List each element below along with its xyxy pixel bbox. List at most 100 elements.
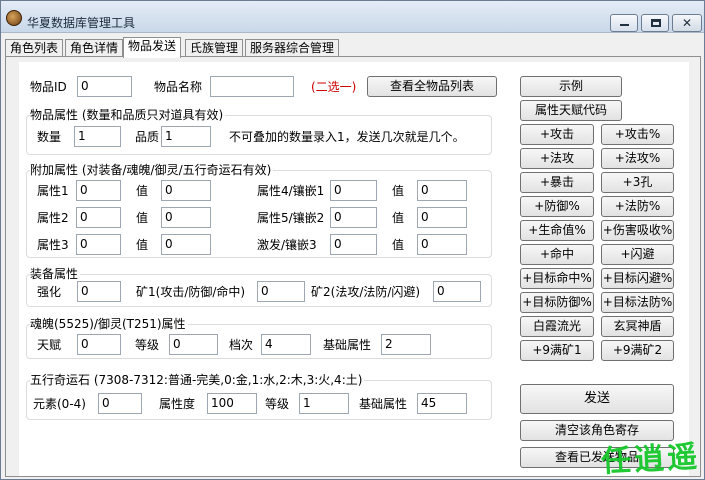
quantity-note: 不可叠加的数量录入1，发送几次就是几个。 (229, 130, 465, 144)
example-button[interactable]: 示例 (520, 76, 622, 97)
attr3-input[interactable]: 0 (76, 234, 121, 255)
talent-code-button[interactable]: 属性天赋代码 (520, 100, 622, 121)
minimize-icon (620, 24, 629, 26)
defense-percent-button[interactable]: +防御% (520, 196, 594, 217)
attr4-input[interactable]: 0 (330, 180, 377, 201)
soul-level-label: 等级 (135, 338, 160, 352)
grade-input[interactable]: 4 (261, 334, 311, 355)
attr3-value-label: 值 (136, 238, 149, 252)
activate-value-input[interactable]: 0 (417, 234, 467, 255)
xuanming-shield-button[interactable]: 玄冥神盾 (601, 316, 674, 337)
magic-attack-percent-button[interactable]: +法攻% (601, 148, 674, 169)
crit-button[interactable]: +暴击 (520, 172, 594, 193)
stone-level-label: 等级 (265, 397, 290, 411)
attr1-label: 属性1 (37, 184, 69, 198)
tab-role-list[interactable]: 角色列表 (5, 39, 64, 57)
tab-role-detail[interactable]: 角色详情 (65, 39, 124, 57)
attr1-value-input[interactable]: 0 (161, 180, 211, 201)
choose-one-hint: (二选一) (311, 80, 357, 94)
attack-percent-button[interactable]: +攻击% (601, 124, 674, 145)
activate-value-label: 值 (392, 238, 405, 252)
attr2-input[interactable]: 0 (76, 207, 121, 228)
attr5-input[interactable]: 0 (330, 207, 377, 228)
attr5-value-input[interactable]: 0 (417, 207, 467, 228)
app-window: 华夏数据库管理工具 ✕ 角色列表 角色详情 物品发送 氏族管理 服务器综合管理 … (0, 0, 705, 480)
full-ore1-button[interactable]: +9满矿1 (520, 340, 594, 361)
close-icon: ✕ (681, 16, 693, 30)
activate-label: 激发/镶嵌3 (257, 238, 317, 252)
target-dodge-button[interactable]: +目标闪避% (601, 268, 674, 289)
full-ore2-button[interactable]: +9满矿2 (601, 340, 674, 361)
title-bar: 华夏数据库管理工具 ✕ (1, 1, 704, 33)
target-hit-button[interactable]: +目标命中% (520, 268, 594, 289)
soul-attr-title: 魂魄(5525)/御灵(T251)属性 (30, 317, 188, 331)
attack-button[interactable]: +攻击 (520, 124, 594, 145)
grade-label: 档次 (229, 338, 254, 352)
attr2-value-input[interactable]: 0 (161, 207, 211, 228)
hp-percent-button[interactable]: +生命值% (520, 220, 594, 241)
quality-input[interactable]: 1 (161, 126, 211, 147)
target-magic-defense-button[interactable]: +目标法防% (601, 292, 674, 313)
attr4-label: 属性4/镶嵌1 (257, 184, 325, 198)
attr3-value-input[interactable]: 0 (161, 234, 211, 255)
quantity-input[interactable]: 1 (74, 126, 121, 147)
item-name-input[interactable] (210, 76, 294, 97)
stone-attr-title: 五行奇运石 (7308-7312:普通-完美,0:金,1:水,2:木,3:火,4… (30, 373, 365, 387)
send-button[interactable]: 发送 (520, 384, 674, 414)
ore2-input[interactable]: 0 (433, 281, 481, 302)
element-input[interactable]: 0 (98, 393, 142, 414)
item-attr-title: 物品属性 (数量和品质只对道具有效) (30, 108, 226, 122)
damage-absorb-button[interactable]: +伤害吸收% (601, 220, 674, 241)
attr2-value-label: 值 (136, 211, 149, 225)
view-all-items-button[interactable]: 查看全物品列表 (367, 76, 497, 97)
ore2-label: 矿2(法攻/法防/闪避) (311, 285, 421, 299)
stone-level-input[interactable]: 1 (299, 393, 349, 414)
magic-defense-percent-button[interactable]: +法防% (601, 196, 674, 217)
activate-input[interactable]: 0 (330, 234, 377, 255)
item-id-label: 物品ID (30, 80, 67, 94)
tab-server-manage[interactable]: 服务器综合管理 (245, 39, 340, 57)
tab-item-send[interactable]: 物品发送 (123, 37, 182, 58)
attr2-label: 属性2 (37, 211, 69, 225)
attr1-value-label: 值 (136, 184, 149, 198)
strengthen-label: 强化 (37, 285, 62, 299)
attr4-value-label: 值 (392, 184, 405, 198)
app-logo-icon (6, 10, 22, 26)
hit-button[interactable]: +命中 (520, 244, 594, 265)
target-defense-button[interactable]: +目标防御% (520, 292, 594, 313)
maximize-button[interactable] (641, 14, 669, 32)
talent-label: 天赋 (37, 338, 62, 352)
attr4-value-input[interactable]: 0 (417, 180, 467, 201)
attr-degree-label: 属性度 (159, 397, 196, 411)
equip-attr-title: 装备属性 (30, 267, 81, 281)
soul-base-label: 基础属性 (323, 338, 372, 352)
stone-base-label: 基础属性 (359, 397, 408, 411)
window-title: 华夏数据库管理工具 (27, 16, 136, 30)
element-label: 元素(0-4) (33, 397, 86, 411)
strengthen-input[interactable]: 0 (77, 281, 121, 302)
dodge-button[interactable]: +闪避 (601, 244, 674, 265)
talent-input[interactable]: 0 (77, 334, 121, 355)
soul-base-input[interactable]: 2 (381, 334, 431, 355)
tab-clan-manage[interactable]: 氏族管理 (185, 39, 244, 57)
ore1-input[interactable]: 0 (257, 281, 305, 302)
item-id-input[interactable]: 0 (77, 76, 132, 97)
attr5-label: 属性5/镶嵌2 (257, 211, 325, 225)
three-sockets-button[interactable]: +3孔 (601, 172, 674, 193)
attr5-value-label: 值 (392, 211, 405, 225)
stone-base-input[interactable]: 45 (417, 393, 467, 414)
minimize-button[interactable] (610, 14, 638, 32)
attr-degree-input[interactable]: 100 (207, 393, 257, 414)
baixia-liuguang-button[interactable]: 白霞流光 (520, 316, 594, 337)
attr1-input[interactable]: 0 (76, 180, 121, 201)
watermark-logo: 任逍遥 (600, 439, 702, 480)
quality-label: 品质 (135, 130, 160, 144)
extra-attr-title: 附加属性 (对装备/魂魄/御灵/五行奇运石有效) (30, 163, 274, 177)
maximize-icon (651, 19, 661, 27)
quantity-label: 数量 (37, 130, 62, 144)
attr3-label: 属性3 (37, 238, 69, 252)
close-button[interactable]: ✕ (672, 14, 702, 32)
soul-level-input[interactable]: 0 (169, 334, 218, 355)
ore1-label: 矿1(攻击/防御/命中) (136, 285, 246, 299)
magic-attack-button[interactable]: +法攻 (520, 148, 594, 169)
